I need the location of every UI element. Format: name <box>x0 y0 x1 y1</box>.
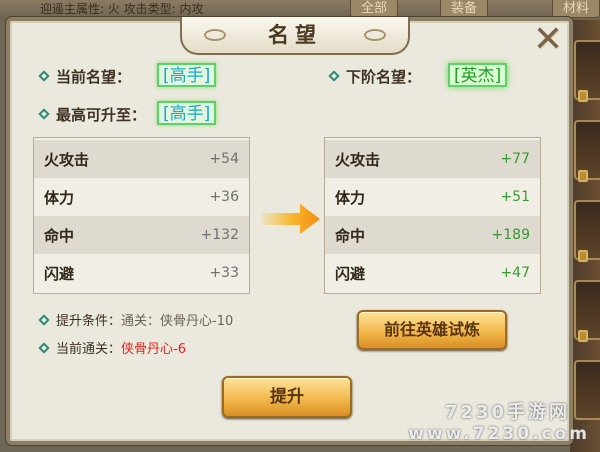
stat-name: 命中 <box>335 226 366 245</box>
current-rank-label-row: 当前名望： <box>38 66 132 87</box>
stat-row: 闪避 +33 <box>34 254 249 292</box>
next-stats-panel: 火攻击 +77 体力 +51 命中 +189 闪避 +47 <box>324 137 541 294</box>
current-stats-panel: 火攻击 +54 体力 +36 命中 +132 闪避 +33 <box>33 137 250 294</box>
stat-value: +47 <box>500 265 530 281</box>
stat-value: +36 <box>209 189 239 205</box>
stat-value: +33 <box>209 265 239 281</box>
close-button[interactable]: ✕ <box>531 22 565 58</box>
stat-value: +54 <box>209 151 239 167</box>
stat-row: 火攻击 +54 <box>34 140 249 178</box>
stat-row: 体力 +36 <box>34 178 249 216</box>
stat-row: 体力 +51 <box>325 178 540 216</box>
background-top-text: 迎遥主属性: 火 攻击类型: 内攻 <box>40 2 204 16</box>
stat-row: 命中 +189 <box>325 216 540 254</box>
current-rank-badge: [高手] <box>157 63 217 87</box>
go-to-hero-trial-button[interactable]: 前往英雄试炼 <box>357 310 507 350</box>
diamond-bullet-icon <box>38 107 50 120</box>
stat-value: +132 <box>200 227 239 243</box>
dialog-title-bar: 名望 <box>180 17 410 55</box>
stat-name: 火攻击 <box>44 150 90 169</box>
stat-row: 命中 +132 <box>34 216 249 254</box>
upgrade-condition-label: 提升条件： <box>56 314 122 329</box>
title-ornament-left <box>204 29 226 41</box>
upgrade-condition-value: 通关：侠骨丹心-10 <box>121 314 234 329</box>
lock-icon <box>578 330 588 342</box>
stat-value: +51 <box>500 189 530 205</box>
current-clear-value: 侠骨丹心-6 <box>121 342 186 357</box>
lock-icon <box>578 170 588 182</box>
stat-name: 体力 <box>335 188 366 207</box>
stat-name: 闪避 <box>335 264 366 283</box>
background-tab-equipment[interactable]: 装备 <box>440 0 489 18</box>
upgrade-condition: 提升条件：通关：侠骨丹心-10 <box>38 310 234 329</box>
current-clear-label: 当前通关： <box>56 342 122 357</box>
dialog-title: 名望 <box>268 22 322 47</box>
next-rank-label: 下阶名望： <box>346 68 422 86</box>
stat-name: 命中 <box>44 226 75 245</box>
background-tab-all[interactable]: 全部 <box>350 0 399 18</box>
stat-value: +189 <box>491 227 530 243</box>
max-rank-label-row: 最高可升至： <box>38 104 147 125</box>
max-rank-badge: [高手] <box>157 101 217 125</box>
watermark-url: www.7230.com <box>408 424 590 444</box>
watermark-title: 7230手游网 <box>444 402 570 423</box>
background-tab-materials[interactable]: 材料 <box>552 0 600 18</box>
lock-icon <box>578 250 588 262</box>
diamond-bullet-icon <box>38 313 50 326</box>
current-rank-label: 当前名望： <box>56 68 132 86</box>
stat-row: 闪避 +47 <box>325 254 540 292</box>
next-rank-label-row: 下阶名望： <box>328 66 422 87</box>
stat-name: 闪避 <box>44 264 75 283</box>
title-ornament-right <box>364 29 386 41</box>
diamond-bullet-icon <box>328 69 340 82</box>
next-rank-badge: [英杰] <box>448 63 508 87</box>
stat-name: 火攻击 <box>335 150 381 169</box>
current-clear-progress: 当前通关：侠骨丹心-6 <box>38 338 186 357</box>
background-item-slot[interactable] <box>574 360 600 420</box>
stat-value: +77 <box>500 151 530 167</box>
upgrade-button[interactable]: 提升 <box>222 376 352 418</box>
close-icon: ✕ <box>532 19 564 60</box>
lock-icon <box>578 90 588 102</box>
diamond-bullet-icon <box>38 69 50 82</box>
stat-name: 体力 <box>44 188 75 207</box>
diamond-bullet-icon <box>38 341 50 354</box>
arrow-right-icon <box>262 204 320 234</box>
stat-row: 火攻击 +77 <box>325 140 540 178</box>
max-rank-label: 最高可升至： <box>56 106 147 124</box>
